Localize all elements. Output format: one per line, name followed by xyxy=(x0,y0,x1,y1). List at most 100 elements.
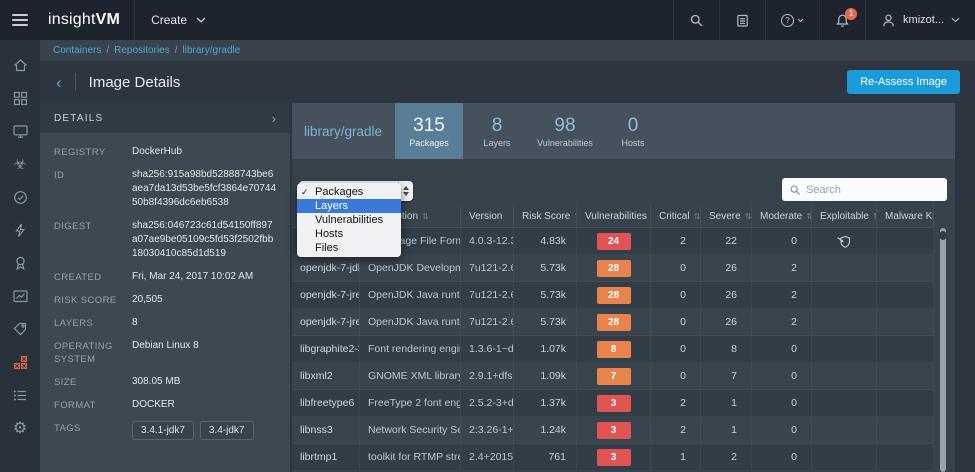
risk-score-cell: 1.37k xyxy=(514,390,577,416)
table-row[interactable]: libnss3 Network Security Servic... 2:3.2… xyxy=(292,417,934,444)
package-cell: openjdk-7-jre-... xyxy=(292,309,360,335)
calendar-button[interactable] xyxy=(719,0,765,40)
table-scrollbar[interactable] xyxy=(940,228,946,472)
table-row[interactable]: openjdk-7-jre-... OpenJDK Java runtime, … xyxy=(292,309,934,336)
search-input[interactable] xyxy=(806,184,931,196)
help-menu-button[interactable]: ? xyxy=(765,0,819,40)
calendar-icon xyxy=(735,13,750,28)
risk-score-cell: 5.73k xyxy=(514,309,577,335)
top-navbar: insightVM Create ? 1 kmizot... xyxy=(0,0,975,40)
sidebar-item-management[interactable] xyxy=(0,313,40,346)
reassess-image-button[interactable]: Re-Assess Image xyxy=(847,70,960,94)
column-header-critical[interactable]: Critical⇅ xyxy=(651,205,701,227)
user-menu-button[interactable]: kmizot... xyxy=(865,0,975,40)
menu-item-packages[interactable]: ✓Packages xyxy=(297,185,401,199)
description-cell: Font rendering engine fo... xyxy=(360,336,461,362)
search-button[interactable] xyxy=(673,0,719,40)
column-header-version[interactable]: Version xyxy=(461,205,514,227)
table-row[interactable]: libfreetype6 FreeType 2 font engine, ...… xyxy=(292,390,934,417)
column-header-exploitable[interactable]: Exploitable⇅ xyxy=(812,205,877,227)
vulnerability-count-badge: 28 xyxy=(597,287,631,304)
malware-kits-cell xyxy=(877,255,934,281)
severe-cell: 22 xyxy=(701,228,752,254)
version-cell: 1.3.6-1~d... xyxy=(461,336,514,362)
severe-cell: 8 xyxy=(701,336,752,362)
stat-tiles: 315Packages 8Layers 98Vulnerabilities 0H… xyxy=(395,103,667,159)
back-button[interactable]: ‹ xyxy=(56,74,62,91)
sidebar-item-list[interactable] xyxy=(0,379,40,412)
package-cell: openjdk-7-jdk xyxy=(292,255,360,281)
stat-tile-layers[interactable]: 8Layers xyxy=(463,103,531,159)
critical-cell: 1 xyxy=(651,444,701,470)
column-header-severe[interactable]: Severe⇅ xyxy=(701,205,752,227)
vulnerability-count-badge: 28 xyxy=(597,314,631,331)
table-row[interactable]: openjdk-7-jre OpenJDK Java runtime, ... … xyxy=(292,282,934,309)
malware-kits-cell xyxy=(877,228,934,254)
sidebar-item-dashboard[interactable] xyxy=(0,82,40,115)
sidebar-item-policies[interactable] xyxy=(0,181,40,214)
column-header-risk-score[interactable]: Risk Score⇅ xyxy=(514,205,577,227)
scrollbar-thumb[interactable] xyxy=(939,231,947,240)
vulnerabilities-cell: 24 xyxy=(577,228,651,254)
malware-kits-cell xyxy=(877,336,934,362)
tag-chip[interactable]: 3.4-jdk7 xyxy=(200,421,254,440)
critical-cell: 2 xyxy=(651,417,701,443)
repository-link[interactable]: library/gradle xyxy=(304,103,382,159)
table-row[interactable]: libxml2 GNOME XML library 2.9.1+dfs... 1… xyxy=(292,363,934,390)
shield-arrow-icon xyxy=(836,234,852,249)
exploitable-cell xyxy=(812,444,877,470)
column-header-malware-kits[interactable]: Malware Kits⇅ xyxy=(877,205,934,227)
breadcrumb-repositories[interactable]: Repositories xyxy=(114,45,170,56)
vulnerabilities-cell: 3 xyxy=(577,417,651,443)
notifications-button[interactable]: 1 xyxy=(819,0,865,40)
description-cell: OpenJDK Java runtime, ... xyxy=(360,309,461,335)
version-cell: 2:3.26-1+... xyxy=(461,417,514,443)
severe-cell: 1 xyxy=(701,390,752,416)
detail-row-created: CREATEDFri, Mar 24, 2017 10:02 AM xyxy=(54,270,278,284)
table-row[interactable]: libgraphite2-3 Font rendering engine fo.… xyxy=(292,336,934,363)
stat-tile-hosts[interactable]: 0Hosts xyxy=(599,103,667,159)
chevron-down-icon xyxy=(196,17,206,23)
stat-tile-vulnerabilities[interactable]: 98Vulnerabilities xyxy=(531,103,599,159)
sidebar-item-reports[interactable] xyxy=(0,280,40,313)
checkmark-icon: ✓ xyxy=(301,185,309,199)
severe-cell: 26 xyxy=(701,282,752,308)
detail-row-tags: TAGS 3.4.1-jdk7 3.4-jdk7 xyxy=(54,421,278,440)
create-menu-button[interactable]: Create xyxy=(151,13,206,27)
page-title: Image Details xyxy=(89,74,181,91)
risk-score-cell: 1.24k xyxy=(514,417,577,443)
breadcrumb-containers[interactable]: Containers xyxy=(53,45,101,56)
sidebar-item-vulnerabilities[interactable]: ☣ xyxy=(0,148,40,181)
sidebar-item-home[interactable] xyxy=(0,49,40,82)
version-cell: 2.5.2-3+d... xyxy=(461,390,514,416)
table-row[interactable]: openjdk-7-jdk OpenJDK Development ... 7u… xyxy=(292,255,934,282)
details-panel-header[interactable]: DETAILS › xyxy=(40,103,290,133)
version-cell: 7u121-2.6... xyxy=(461,309,514,335)
breadcrumb: Containers / Repositories / library/grad… xyxy=(40,40,975,61)
detail-row-size: SIZE308.05 MB xyxy=(54,375,278,389)
version-cell: 7u121-2.6... xyxy=(461,282,514,308)
sidebar-item-settings[interactable]: ⚙ xyxy=(0,412,40,445)
column-header-vulnerabilities[interactable]: Vulnerabilities▾ xyxy=(577,205,651,227)
sidebar-item-goals[interactable] xyxy=(0,247,40,280)
sidebar-item-assets[interactable] xyxy=(0,115,40,148)
column-header-moderate[interactable]: Moderate⇅ xyxy=(752,205,812,227)
sidebar-item-containers[interactable] xyxy=(0,346,40,379)
vulnerabilities-cell: 8 xyxy=(577,336,651,362)
details-body: REGISTRYDockerHub IDsha256:915a98bd52888… xyxy=(40,133,290,440)
package-cell: libxml2 xyxy=(292,363,360,389)
moderate-cell: 0 xyxy=(752,417,812,443)
hamburger-menu-icon[interactable] xyxy=(0,0,40,40)
menu-item-files[interactable]: Files xyxy=(297,241,401,255)
tag-icon xyxy=(12,321,29,338)
tag-chip[interactable]: 3.4.1-jdk7 xyxy=(132,421,194,440)
menu-item-hosts[interactable]: Hosts xyxy=(297,227,401,241)
sidebar-item-automation[interactable] xyxy=(0,214,40,247)
stat-tile-packages[interactable]: 315Packages xyxy=(395,103,463,159)
lightning-icon xyxy=(12,222,29,239)
menu-item-layers[interactable]: Layers xyxy=(297,199,401,213)
vulnerability-count-badge: 8 xyxy=(597,341,631,358)
menu-item-vulnerabilities[interactable]: Vulnerabilities xyxy=(297,213,401,227)
table-row[interactable]: librtmp1 toolkit for RTMP stream... 2.4+… xyxy=(292,444,934,471)
breadcrumb-repo-name[interactable]: library/gradle xyxy=(183,45,241,56)
